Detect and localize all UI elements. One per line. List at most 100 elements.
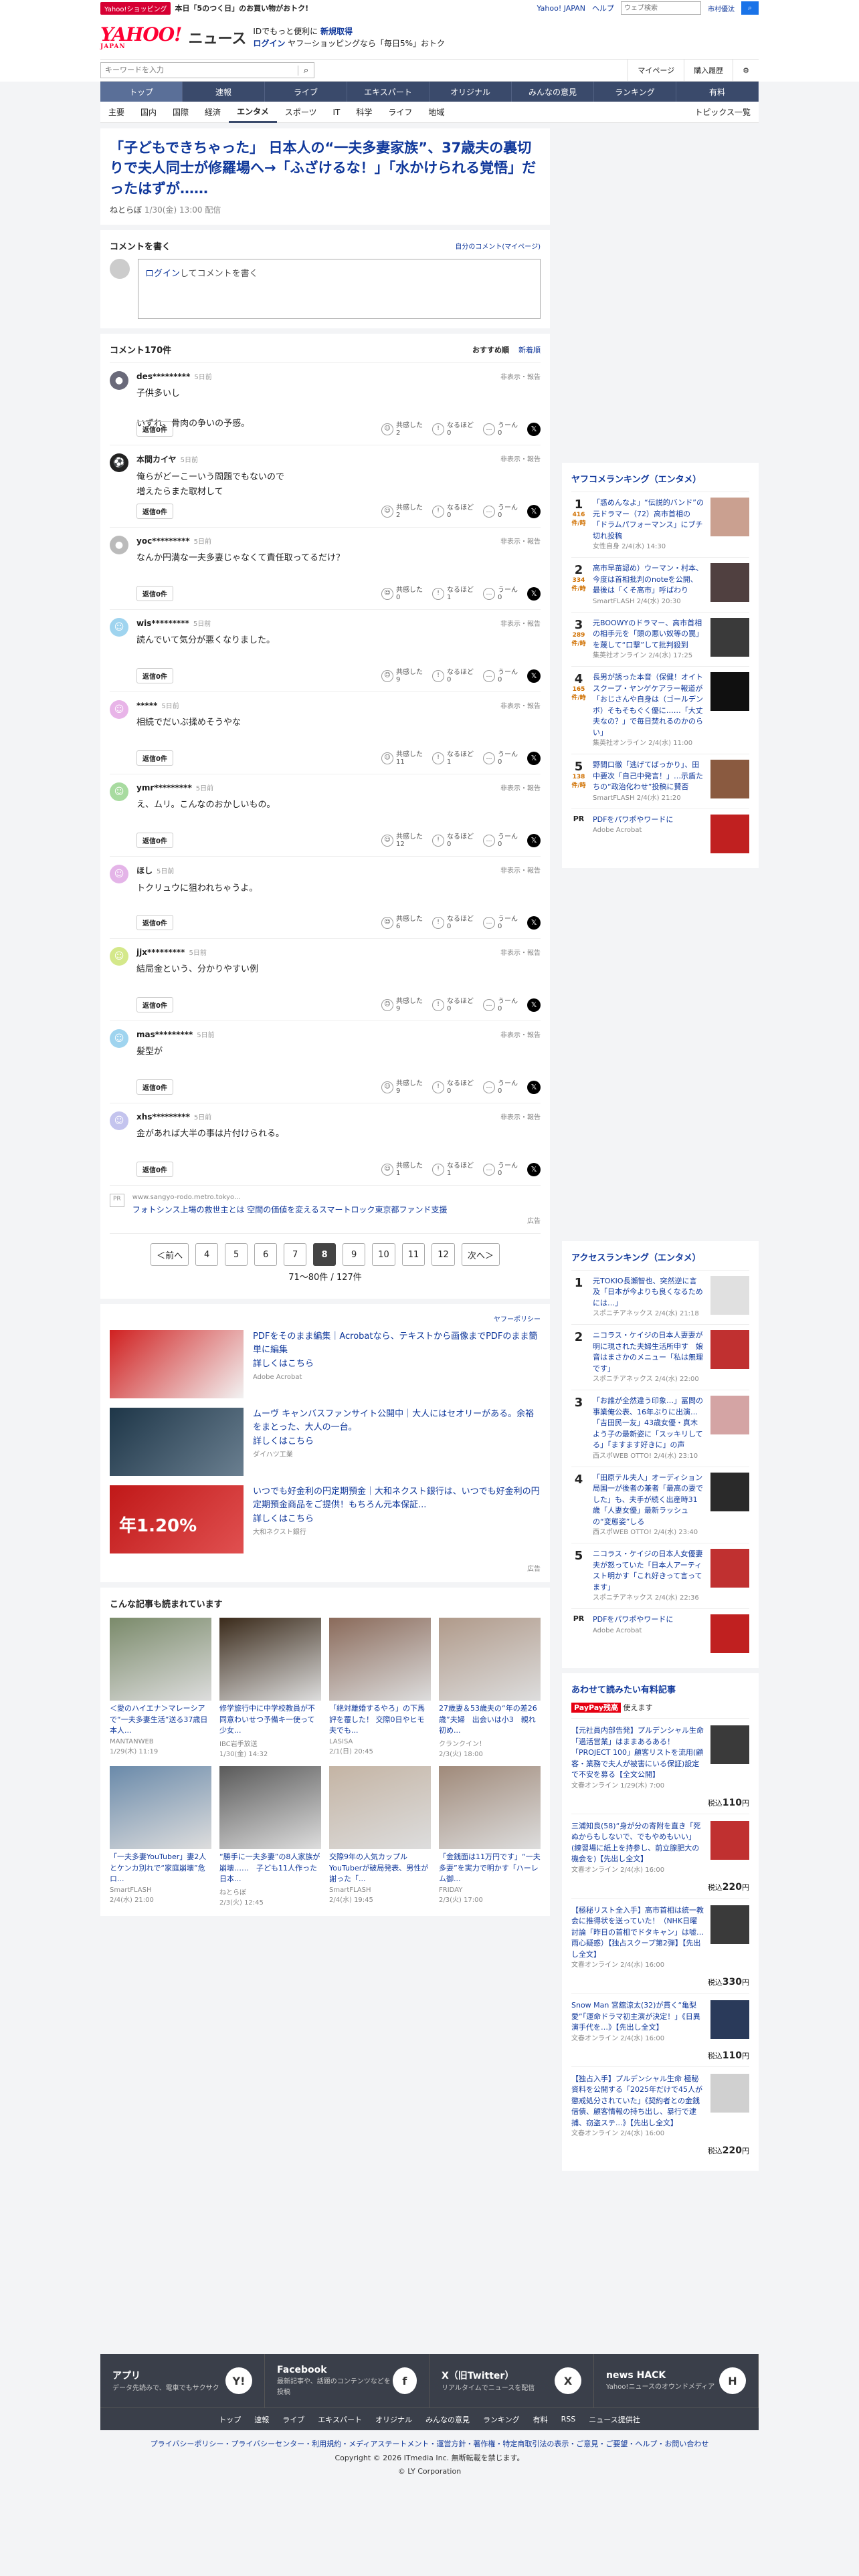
related-title[interactable]: “勝手に一夫多妻”の8人家族が崩壊…… 子ども11人作った日本... [219,1852,321,1887]
page-8-current[interactable]: 8 [313,1243,337,1267]
paid-article[interactable]: 【独占入手】プルデンシャル生命 極秘資料を公開する「2025年だけで45人が懲戒… [571,2066,749,2162]
cat-local[interactable]: 地域 [420,102,452,123]
page-10[interactable]: 10 [372,1243,395,1267]
article-thumbnail[interactable] [110,1618,211,1701]
reply-button[interactable]: 返信0件 [136,997,173,1013]
comment-user[interactable]: jjx********* [136,948,185,957]
reply-button[interactable]: 返信0件 [136,504,173,520]
nice-button[interactable]: ! なるほど 0 [432,1080,474,1095]
x-share-icon[interactable]: 𝕏 [527,669,541,683]
access-title[interactable]: 「お誰が全然違う印象…」冨問の事業俺公表、16年ぶりに出演…「吉田民一友」43歳… [593,1396,704,1451]
paid-thumbnail[interactable] [710,1820,749,1860]
nice-button[interactable]: ! なるほど 0 [432,998,474,1012]
article-thumbnail[interactable] [439,1618,541,1701]
paid-article[interactable]: Snow Man 宮舘涼太(32)が貫く“亀梨愛”「運命ドラマ初主演が決定！」《… [571,1993,749,2066]
page-11[interactable]: 11 [401,1243,425,1267]
paid-title[interactable]: 【元社員内部告発】プルデンシャル生命「過活営業」はままあるある！「PROJECT… [571,1725,704,1781]
x-share-icon[interactable]: 𝕏 [527,833,541,847]
article-thumbnail[interactable] [329,1618,431,1701]
agree-button[interactable]: ☺ 共感した 9 [381,998,423,1012]
access-title[interactable]: 元TOKIO長瀬智也、突然逆に言及「日本が今よりも良くなるためには…」 [593,1276,704,1309]
page-4[interactable]: 4 [195,1243,219,1267]
article-thumbnail[interactable] [439,1766,541,1850]
ad-item[interactable]: PDFをそのまま編集｜Acrobatなら、テキストから画像までPDFのまま簡単に… [110,1330,541,1399]
rank-thumbnail[interactable] [710,672,749,711]
reply-button[interactable]: 返信0件 [136,750,173,766]
reply-button[interactable]: 返信0件 [136,586,173,602]
related-title[interactable]: 27歳妻＆53歳夫の“年の差26歳”夫婦 出会いは小3 親れ初め... [439,1703,541,1738]
x-share-icon[interactable]: 𝕏 [527,1080,541,1094]
footer-newshack-link[interactable]: news HACK Yahoo!ニュースのオウンドメディア H [594,2354,759,2407]
nice-button[interactable]: ! なるほど 0 [432,504,474,519]
nav-live[interactable]: ライブ [265,82,347,102]
paid-article[interactable]: 三浦知良(58)“身が分の寄附を直き「死ぬからもしないで、でもやめもいい」(練習… [571,1813,749,1898]
paid-article[interactable]: 【極秘リスト全入手】高市首相は統一教会に推得状を送っていた！（NHK日曜討論「昨… [571,1897,749,1994]
ranking-item[interactable]: 2 334 件/時 高市早苗認め）ウーマン・村本、今度は首相批判のnoteを公開、最後… [571,557,749,612]
ad-title[interactable]: いつでも好金利の円定期預金｜大和ネクスト銀行は、いつでも好金利の円定期預金商品を… [253,1485,541,1512]
footer-links[interactable]: プライバシーポリシー・プライバシーセンター・利用規約・メディアステートメント・運… [100,2430,759,2452]
footer-nav-item[interactable]: 速報 [254,2414,269,2425]
related-title[interactable]: 「金銭面は11万円です」“一夫多妻”を実力で明かす「ハーレム御... [439,1852,541,1887]
report-link[interactable]: 非表示・報告 [500,618,541,628]
article-thumbnail[interactable] [219,1618,321,1701]
promo-tag[interactable]: Yahoo!ショッピング [100,1,171,15]
reply-button[interactable]: 返信0件 [136,1079,173,1095]
nice-button[interactable]: ! なるほど 1 [432,751,474,766]
nice-button[interactable]: ! なるほど 0 [432,669,474,683]
ranking-item[interactable]: 1 416 件/時 「惑めんなよ」“伝説的バンド”の元ドラマー（72）高市首相の「ドラ… [571,492,749,557]
hmm-button[interactable]: … うーん 0 [483,586,518,601]
hmm-button[interactable]: … うーん 0 [483,998,518,1012]
page-6[interactable]: 6 [254,1243,278,1267]
agree-button[interactable]: ☺ 共感した 6 [381,916,423,930]
agree-button[interactable]: ☺ 共感した 0 [381,586,423,601]
page-12[interactable]: 12 [432,1243,455,1267]
nav-flash[interactable]: 速報 [183,82,265,102]
report-link[interactable]: 非表示・報告 [500,700,541,710]
agree-button[interactable]: ☺ 共感した 9 [381,1080,423,1095]
rank-title[interactable]: 元BOOWYのドラマー、高市首相の相手元を「頭の悪い奴等の罠」を蔑して“口撃”し… [593,618,704,651]
pr-strip[interactable]: PR www.sangyo-rodo.metro.tokyo... フォトシンス… [110,1186,541,1235]
comment-user[interactable]: xhs********* [136,1112,190,1121]
page-7[interactable]: 7 [284,1243,307,1267]
x-share-icon[interactable]: 𝕏 [527,751,541,765]
x-share-icon[interactable]: 𝕏 [527,1162,541,1176]
cat-entertainment[interactable]: エンタメ [229,102,277,123]
footer-nav-item[interactable]: ランキング [483,2414,520,2425]
x-share-icon[interactable]: 𝕏 [527,504,541,518]
report-link[interactable]: 非表示・報告 [500,782,541,792]
search-icon[interactable]: ⌕ [741,1,759,15]
report-link[interactable]: 非表示・報告 [500,536,541,546]
related-article[interactable]: 「一夫多妻YouTuber」妻2人とケンカ別れで“家庭崩壊”危ロ... Smart… [110,1766,211,1907]
reply-button[interactable]: 返信0件 [136,668,173,684]
footer-app-link[interactable]: アプリ データ先読みで、電車でもサクサク Y! [100,2354,265,2407]
nice-button[interactable]: ! なるほど 1 [432,1162,474,1177]
rank-thumbnail[interactable] [710,498,749,536]
cat-science[interactable]: 科学 [348,102,380,123]
related-article[interactable]: 交際9年の人気カップルYouTuberが破局発表、男性が謝った「... Smart… [329,1766,431,1907]
reply-button[interactable]: 返信0件 [136,421,173,437]
access-thumbnail[interactable] [710,1396,749,1434]
access-item[interactable]: 4 「田原テル夫人」オーディション局国一が後者の兼者「最高の妻でした」も、夫手が続… [571,1466,749,1543]
nice-button[interactable]: ! なるほど 0 [432,916,474,930]
cat-sports[interactable]: スポーツ [277,102,325,123]
ad-more-link[interactable]: 詳しくはこちら [253,1435,541,1448]
cat-economy[interactable]: 経済 [197,102,229,123]
cat-it[interactable]: IT [324,102,348,123]
paid-title[interactable]: Snow Man 宮舘涼太(32)が貫く“亀梨愛”「運命ドラマ初主演が決定！」《… [571,2000,704,2034]
cat-world[interactable]: 国際 [165,102,197,123]
paid-title[interactable]: 【独占入手】プルデンシャル生命 極秘資料を公開する「2025年だけで45人が懲戒… [571,2074,704,2129]
article-thumbnail[interactable] [329,1766,431,1850]
keyword-input[interactable] [101,63,298,78]
hmm-button[interactable]: … うーん 0 [483,669,518,683]
cat-domestic[interactable]: 国内 [132,102,165,123]
hmm-button[interactable]: … うーん 0 [483,1162,518,1177]
mypage-link[interactable]: マイページ [628,59,684,82]
x-share-icon[interactable]: 𝕏 [527,916,541,930]
prev-page-button[interactable]: ＜前へ [151,1243,189,1267]
rank-thumbnail[interactable] [710,563,749,602]
reply-button[interactable]: 返信0件 [136,1162,173,1178]
related-article[interactable]: 「金銭面は11万円です」“一夫多妻”を実力で明かす「ハーレム御... FRIDAY… [439,1766,541,1907]
paid-title[interactable]: 三浦知良(58)“身が分の寄附を直き「死ぬからもしないで、でもやめもいい」(練習… [571,1821,704,1865]
nice-button[interactable]: ! なるほど 1 [432,586,474,601]
ad-image[interactable]: 年1.20% [110,1485,244,1554]
